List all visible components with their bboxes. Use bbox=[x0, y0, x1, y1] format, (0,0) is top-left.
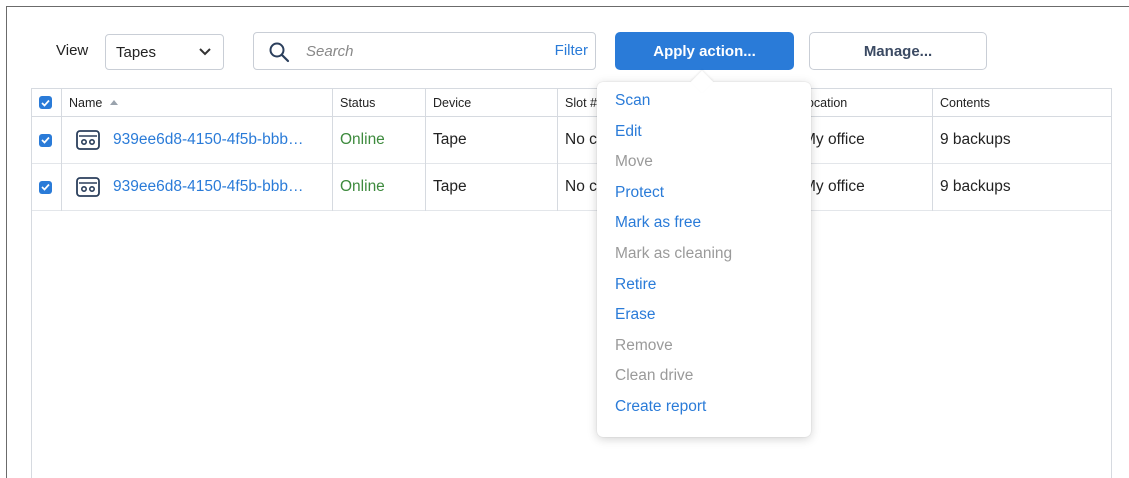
select-all-checkbox[interactable] bbox=[39, 89, 52, 116]
column-header-contents[interactable]: Contents bbox=[940, 89, 990, 116]
menu-item-erase[interactable]: Erase bbox=[615, 306, 656, 324]
menu-item-remove: Remove bbox=[615, 337, 673, 354]
tape-cassette-icon bbox=[76, 130, 100, 150]
status-cell: Online bbox=[340, 131, 385, 148]
row-checkbox[interactable] bbox=[39, 164, 52, 210]
view-label: View bbox=[56, 42, 89, 59]
chevron-down-icon bbox=[199, 45, 213, 59]
status-cell: Online bbox=[340, 178, 385, 195]
menu-item-scan[interactable]: Scan bbox=[615, 92, 650, 110]
sort-ascending-icon bbox=[110, 100, 119, 105]
table-row[interactable]: 939ee6d8-4150-4f5b-bbb… Online Tape No c… bbox=[32, 117, 1111, 164]
apply-action-button[interactable]: Apply action... bbox=[615, 32, 794, 70]
menu-item-move: Move bbox=[615, 153, 653, 170]
view-select[interactable]: Tapes bbox=[105, 34, 224, 70]
filter-link[interactable]: Filter bbox=[555, 42, 588, 59]
menu-item-retire[interactable]: Retire bbox=[615, 276, 656, 294]
column-header-device[interactable]: Device bbox=[433, 89, 471, 116]
menu-item-protect[interactable]: Protect bbox=[615, 184, 664, 202]
menu-item-mark-as-cleaning: Mark as cleaning bbox=[615, 245, 733, 262]
menu-item-create-report[interactable]: Create report bbox=[615, 398, 706, 416]
search-icon bbox=[268, 41, 290, 63]
column-divider bbox=[425, 89, 426, 211]
tape-cassette-icon bbox=[76, 177, 100, 197]
table-header: Name Status Device Slot # Location Conte… bbox=[32, 89, 1111, 117]
menu-item-mark-as-free[interactable]: Mark as free bbox=[615, 214, 701, 232]
contents-cell: 9 backups bbox=[940, 131, 1011, 148]
column-divider bbox=[557, 89, 558, 211]
slot-cell: No c bbox=[565, 178, 597, 195]
column-divider bbox=[332, 89, 333, 211]
manage-button[interactable]: Manage... bbox=[809, 32, 987, 70]
column-header-name[interactable]: Name bbox=[69, 89, 119, 116]
column-header-status[interactable]: Status bbox=[340, 89, 375, 116]
device-cell: Tape bbox=[433, 131, 467, 148]
location-cell: My office bbox=[803, 131, 865, 148]
menu-item-clean-drive: Clean drive bbox=[615, 367, 694, 384]
apply-action-menu: Scan Edit Move Protect Mark as free Mark… bbox=[597, 82, 811, 437]
tapes-table: Name Status Device Slot # Location Conte… bbox=[31, 88, 1112, 478]
search-box[interactable]: Filter bbox=[253, 32, 596, 70]
tape-name-link[interactable]: 939ee6d8-4150-4f5b-bbb… bbox=[113, 178, 303, 196]
contents-cell: 9 backups bbox=[940, 178, 1011, 195]
row-checkbox[interactable] bbox=[39, 117, 52, 163]
device-cell: Tape bbox=[433, 178, 467, 195]
column-header-slot[interactable]: Slot # bbox=[565, 89, 597, 116]
location-cell: My office bbox=[803, 178, 865, 195]
column-divider bbox=[61, 89, 62, 211]
view-select-value: Tapes bbox=[116, 43, 157, 61]
slot-cell: No c bbox=[565, 131, 597, 148]
search-input[interactable] bbox=[306, 39, 506, 63]
tape-name-link[interactable]: 939ee6d8-4150-4f5b-bbb… bbox=[113, 131, 303, 149]
menu-item-edit[interactable]: Edit bbox=[615, 123, 642, 141]
table-row[interactable]: 939ee6d8-4150-4f5b-bbb… Online Tape No c… bbox=[32, 164, 1111, 211]
column-divider bbox=[932, 89, 933, 211]
